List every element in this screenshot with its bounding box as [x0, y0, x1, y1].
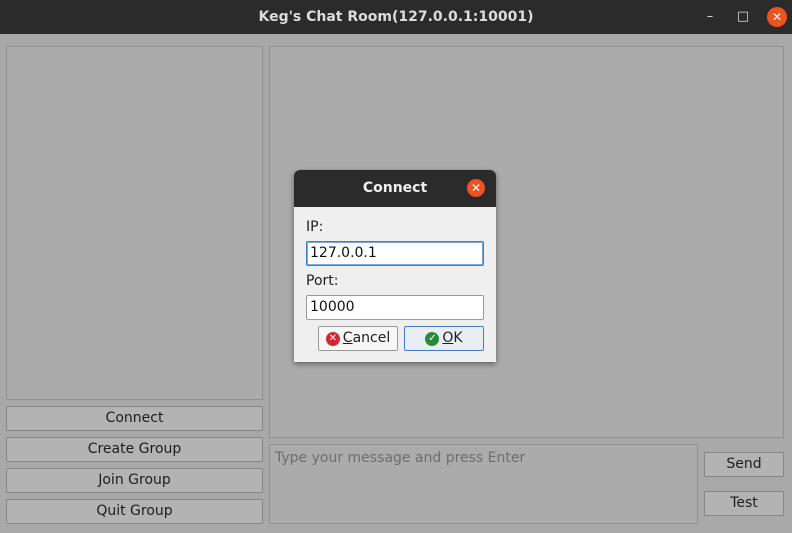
- port-label: Port:: [306, 273, 339, 289]
- cancel-label: Cancel: [342, 330, 391, 346]
- ok-check-icon: ✓: [425, 331, 440, 346]
- cancel-button[interactable]: ✕ Cancel: [318, 326, 398, 351]
- create-group-button[interactable]: Create Group: [6, 437, 263, 462]
- port-field[interactable]: 10000: [306, 295, 484, 320]
- window-titlebar: Keg's Chat Room(127.0.0.1:10001) – □ ✕: [0, 0, 792, 34]
- close-window-icon[interactable]: ✕: [767, 7, 787, 27]
- send-button[interactable]: Send: [704, 452, 784, 477]
- ip-field[interactable]: 127.0.0.1: [306, 241, 484, 266]
- ok-button[interactable]: ✓ OK: [404, 326, 484, 351]
- message-placeholder: Type your message and press Enter: [275, 450, 526, 466]
- window-title: Keg's Chat Room(127.0.0.1:10001): [258, 9, 534, 25]
- ok-label: OK: [442, 330, 463, 346]
- message-input[interactable]: Type your message and press Enter: [269, 444, 698, 524]
- dialog-close-icon[interactable]: ✕: [467, 179, 485, 197]
- minimize-icon[interactable]: –: [700, 7, 720, 27]
- connect-dialog: Connect ✕ IP: 127.0.0.1 Port: 10000 ✕ Ca…: [294, 170, 496, 362]
- quit-group-button[interactable]: Quit Group: [6, 499, 263, 524]
- dialog-title: Connect: [294, 170, 496, 207]
- test-button[interactable]: Test: [704, 491, 784, 516]
- cancel-icon: ✕: [325, 331, 340, 346]
- contacts-list[interactable]: [6, 46, 263, 400]
- connect-button[interactable]: Connect: [6, 406, 263, 431]
- join-group-button[interactable]: Join Group: [6, 468, 263, 493]
- ip-label: IP:: [306, 219, 324, 235]
- maximize-icon[interactable]: □: [733, 7, 753, 27]
